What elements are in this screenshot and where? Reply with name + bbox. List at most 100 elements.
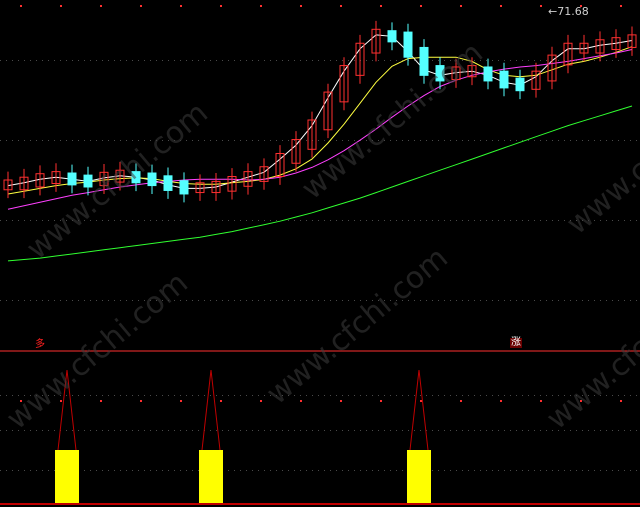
grid-dot <box>228 470 229 471</box>
grid-dot <box>240 140 241 141</box>
grid-dot <box>330 300 331 301</box>
grid-dot <box>468 470 469 471</box>
grid-dot <box>516 220 517 221</box>
grid-dot <box>306 470 307 471</box>
grid-dot <box>198 430 199 431</box>
grid-dot <box>120 430 121 431</box>
grid-dot <box>294 60 295 61</box>
grid-dot <box>96 300 97 301</box>
grid-dot <box>582 470 583 471</box>
grid-dot <box>456 395 457 396</box>
grid-dot <box>552 140 553 141</box>
grid-dot <box>126 430 127 431</box>
grid-dot <box>204 300 205 301</box>
grid-dot <box>336 220 337 221</box>
grid-dot <box>606 430 607 431</box>
grid-dot <box>306 60 307 61</box>
grid-dot <box>384 220 385 221</box>
grid-dot <box>408 220 409 221</box>
candle-body <box>163 175 173 191</box>
grid-dot <box>288 430 289 431</box>
grid-dot <box>474 140 475 141</box>
grid-dot <box>588 300 589 301</box>
grid-dot <box>576 140 577 141</box>
grid-dot <box>48 470 49 471</box>
grid-dot <box>90 430 91 431</box>
grid-dot <box>516 140 517 141</box>
grid-dot <box>240 430 241 431</box>
grid-dot <box>618 470 619 471</box>
grid-dot <box>570 300 571 301</box>
grid-dot <box>84 430 85 431</box>
grid-dot <box>174 395 175 396</box>
grid-dot <box>348 395 349 396</box>
grid-dot <box>6 300 7 301</box>
grid-dot <box>204 60 205 61</box>
grid-dot <box>140 5 142 7</box>
grid-dot <box>144 220 145 221</box>
grid-dot <box>102 470 103 471</box>
grid-dot <box>324 470 325 471</box>
grid-dot <box>432 60 433 61</box>
grid-dot <box>390 220 391 221</box>
grid-dot <box>252 470 253 471</box>
grid-dot <box>312 300 313 301</box>
grid-dot <box>504 300 505 301</box>
grid-dot <box>456 300 457 301</box>
grid-dot <box>24 220 25 221</box>
grid-dot <box>396 60 397 61</box>
grid-dot <box>630 395 631 396</box>
moving-average-lines <box>7 34 633 262</box>
grid-dot <box>234 140 235 141</box>
grid-dot <box>54 300 55 301</box>
grid-dot <box>384 395 385 396</box>
grid-dot <box>450 470 451 471</box>
grid-dot <box>330 470 331 471</box>
grid-dot <box>180 395 181 396</box>
grid-dot <box>204 220 205 221</box>
grid-dot <box>456 140 457 141</box>
grid-dot <box>546 430 547 431</box>
grid-dot <box>126 300 127 301</box>
grid-dot <box>228 300 229 301</box>
grid-dot <box>258 60 259 61</box>
grid-dot <box>252 300 253 301</box>
grid-dot <box>30 60 31 61</box>
grid-dot <box>84 300 85 301</box>
grid-dot <box>102 220 103 221</box>
grid-dot <box>624 140 625 141</box>
grid-dot <box>492 300 493 301</box>
grid-dot <box>498 395 499 396</box>
grid-dot <box>288 470 289 471</box>
grid-dot <box>630 220 631 221</box>
grid-dot <box>120 140 121 141</box>
grid-dot <box>198 395 199 396</box>
grid-dot <box>462 140 463 141</box>
grid-dot <box>228 140 229 141</box>
grid-dot <box>294 430 295 431</box>
grid-dot <box>330 395 331 396</box>
grid-dot <box>468 220 469 221</box>
grid-dot <box>528 430 529 431</box>
grid-dot <box>102 140 103 141</box>
grid-dot <box>260 5 262 7</box>
grid-dot <box>460 5 462 7</box>
grid-dot <box>120 220 121 221</box>
grid-dot <box>366 470 367 471</box>
grid-dot <box>42 430 43 431</box>
grid-dot <box>420 300 421 301</box>
grid-dot <box>30 220 31 221</box>
grid-dot <box>140 400 142 402</box>
grid-dot <box>180 5 182 7</box>
grid-dot <box>228 220 229 221</box>
grid-dot <box>558 300 559 301</box>
grid-dot <box>420 430 421 431</box>
grid-dot <box>624 220 625 221</box>
grid-dot <box>594 140 595 141</box>
grid-dot <box>498 140 499 141</box>
grid-dot <box>426 220 427 221</box>
grid-dot <box>246 395 247 396</box>
grid-dot <box>114 60 115 61</box>
grid-dot <box>558 140 559 141</box>
grid-dot <box>180 60 181 61</box>
